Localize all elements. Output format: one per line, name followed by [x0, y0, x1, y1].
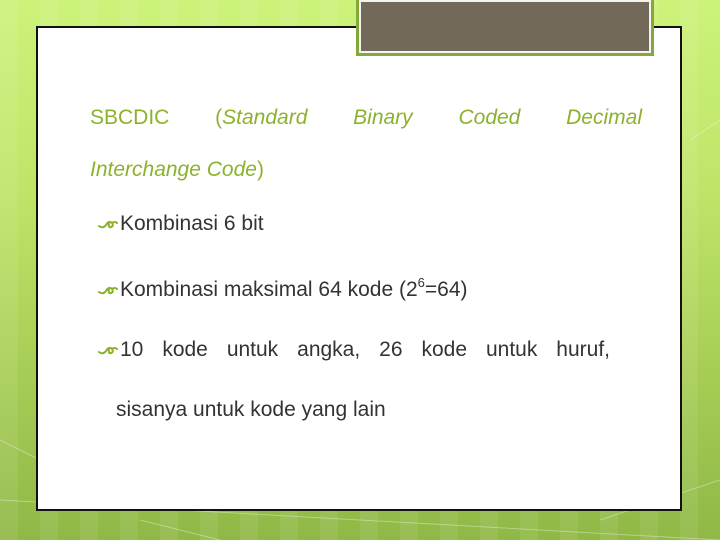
bullet-text-before: Kombinasi maksimal 64 kode (2 — [120, 278, 418, 301]
title-tab-decoration — [356, 0, 654, 56]
curl-bullet-icon — [98, 220, 118, 229]
close-paren: ) — [256, 158, 264, 181]
word: kode — [162, 338, 208, 361]
word: 10 — [120, 338, 144, 361]
word: untuk — [226, 338, 279, 361]
bullet-item: 10 kode untuk angka, 26 kode untuk huruf… — [98, 338, 610, 362]
heading-standard-italic: Standard — [222, 106, 308, 129]
heading-word-sbcdic: SBCDIC — [90, 106, 170, 129]
heading-row2: Interchange Code) — [90, 144, 642, 196]
bullet-item: Kombinasi 6 bit — [98, 212, 264, 236]
word: huruf, — [556, 338, 610, 361]
slide-heading: SBCDIC (Standard Binary Coded Decimal In… — [90, 92, 642, 196]
heading-interchange-code: Interchange Code — [90, 158, 257, 181]
bullet-continuation: sisanya untuk kode yang lain — [116, 398, 386, 421]
bullet-text: Kombinasi 6 bit — [120, 212, 264, 235]
curl-bullet-icon — [98, 346, 118, 355]
word: angka, — [297, 338, 361, 361]
bullet-text: Kombinasi maksimal 64 kode (26=64) — [120, 275, 468, 302]
bullet-text-line1: 10 kode untuk angka, 26 kode untuk huruf… — [120, 338, 610, 362]
bullet-item: Kombinasi maksimal 64 kode (26=64) — [98, 275, 468, 302]
curl-bullet-icon — [98, 286, 118, 295]
heading-word-coded: Coded — [458, 106, 521, 129]
exponent: 6 — [417, 275, 425, 290]
heading-word-decimal: Decimal — [566, 106, 642, 129]
heading-word-standard: (Standard — [215, 92, 307, 144]
word: kode — [421, 338, 468, 361]
word: 26 — [379, 338, 403, 361]
word: untuk — [485, 338, 538, 361]
bullet-text-after: =64) — [424, 278, 468, 301]
heading-word-binary: Binary — [353, 106, 413, 129]
